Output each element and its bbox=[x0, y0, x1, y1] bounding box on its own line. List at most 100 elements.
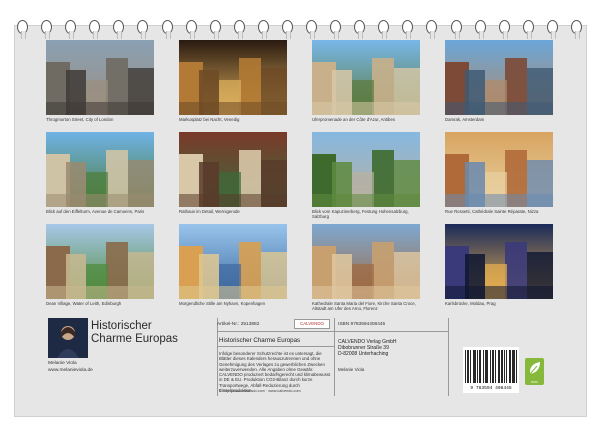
calvendo-logo-text: CALVENDO bbox=[300, 320, 324, 326]
photo-grid: Throgmorton Street, City of London Markus… bbox=[46, 40, 554, 311]
binding-ring bbox=[571, 20, 582, 39]
panel-divider-middle bbox=[334, 318, 335, 396]
binding-ring bbox=[330, 20, 342, 39]
barcode-bar bbox=[506, 350, 507, 383]
barcode-bar bbox=[483, 350, 484, 383]
barcode-bar bbox=[516, 350, 517, 383]
photo-tile: Kathedrale Santa Maria del Fiore, Kirche… bbox=[312, 224, 420, 311]
barcode-bar bbox=[512, 350, 513, 383]
binding-ring bbox=[522, 20, 534, 39]
barcode-bar bbox=[470, 350, 471, 383]
photo-caption: Blick vom Kapuzinerberg, Festung Hohensa… bbox=[312, 209, 409, 219]
panel-rule-top bbox=[217, 331, 448, 332]
photo-tile: Rathaus im Detail, Wernigerode bbox=[179, 132, 287, 214]
binding-ring bbox=[65, 20, 77, 39]
binding-ring bbox=[185, 20, 197, 39]
photo-caption: Uferpromenade an der Côte d'Azur, Antibe… bbox=[312, 117, 395, 122]
photo-image bbox=[312, 40, 420, 115]
photo-caption: Kathedrale Santa Maria del Fiore, Kirche… bbox=[312, 301, 416, 311]
panel-divider-right bbox=[448, 318, 449, 396]
eco-label: eco bbox=[531, 379, 538, 384]
photo-caption: Blick auf den Eiffelturm, Avenue de Camo… bbox=[46, 209, 145, 214]
barcode-bar bbox=[502, 350, 503, 383]
photo-image bbox=[312, 224, 420, 299]
author-name: Melanie Viola bbox=[48, 361, 77, 366]
author-website: www.melanieviola.de bbox=[48, 368, 93, 373]
barcode-bar bbox=[495, 350, 496, 383]
photo-tile: Morgendliche Stille am Nyhavn, Kopenhage… bbox=[179, 224, 287, 306]
title-line-1: Historischer bbox=[91, 320, 152, 332]
barcode-bar bbox=[479, 350, 480, 383]
photographer-credit: Melanie Viola bbox=[338, 367, 365, 372]
barcode-bar bbox=[465, 350, 466, 383]
barcode-bar bbox=[498, 350, 499, 383]
photo-image bbox=[445, 40, 553, 115]
photo-caption: Damrak, Amsterdam bbox=[445, 117, 485, 122]
barcode-bar bbox=[510, 350, 511, 383]
barcode-bar bbox=[486, 350, 487, 383]
spiral-binding bbox=[17, 20, 582, 42]
photo-tile: Karlsbrücke, Moldau, Prag bbox=[445, 224, 553, 306]
barcode-bar bbox=[493, 350, 494, 383]
barcode-bar bbox=[474, 350, 475, 383]
photo-caption: Markusplatz bei Nacht, Venedig bbox=[179, 117, 240, 122]
binding-ring bbox=[17, 20, 28, 39]
author-portrait bbox=[48, 318, 88, 358]
barcode-bar bbox=[499, 350, 500, 383]
photo-image bbox=[46, 40, 154, 115]
barcode-bar bbox=[468, 350, 469, 383]
barcode-number: 9 783594 408445 bbox=[470, 386, 512, 391]
binding-ring bbox=[137, 20, 149, 39]
photo-caption: Dean Village, Water of Leith, Edinburgh bbox=[46, 301, 122, 306]
binding-ring bbox=[257, 20, 269, 39]
photo-image bbox=[179, 40, 287, 115]
photo-tile: Dean Village, Water of Leith, Edinburgh bbox=[46, 224, 154, 306]
photo-image bbox=[46, 224, 154, 299]
barcode-bar bbox=[477, 350, 478, 383]
binding-ring bbox=[209, 20, 221, 39]
barcode-bar bbox=[473, 350, 474, 383]
legal-notice: Infolge besonderer Schutzrechte ist es u… bbox=[219, 351, 325, 372]
photo-image bbox=[312, 132, 420, 207]
photo-caption: Rue Rossetti, Cathédrale Sainte Réparate… bbox=[445, 209, 539, 214]
photo-image bbox=[445, 224, 553, 299]
photo-caption: Morgendliche Stille am Nyhavn, Kopenhage… bbox=[179, 301, 265, 306]
photo-caption: Karlsbrücke, Moldau, Prag bbox=[445, 301, 496, 306]
calvendo-logo: CALVENDO bbox=[294, 319, 330, 329]
binding-ring bbox=[354, 20, 366, 39]
copyright-line: © http://www.calvendo.com · www.calvendo… bbox=[219, 389, 301, 393]
binding-ring bbox=[450, 20, 462, 39]
photo-tile: Blick vom Kapuzinerberg, Festung Hohensa… bbox=[312, 132, 420, 219]
barcode-bar bbox=[475, 350, 476, 383]
calendar-back-cover: Throgmorton Street, City of London Markus… bbox=[0, 0, 600, 431]
photo-image bbox=[179, 224, 287, 299]
photo-tile: Rue Rossetti, Cathédrale Sainte Réparate… bbox=[445, 132, 553, 214]
binding-ring bbox=[474, 20, 486, 39]
calendar-title: Historischer Charme Europas bbox=[91, 320, 178, 346]
photo-tile: Blick auf den Eiffelturm, Avenue de Camo… bbox=[46, 132, 154, 214]
panel-divider-left bbox=[217, 318, 218, 396]
publisher-address: CALVENDO Verlag GmbH Dibobrunner Straße … bbox=[338, 339, 397, 357]
title-line-2: Charme Europas bbox=[91, 333, 178, 345]
photo-tile: Damrak, Amsterdam bbox=[445, 40, 553, 122]
photo-image bbox=[445, 132, 553, 207]
binding-ring bbox=[233, 20, 245, 39]
barcode-bar bbox=[514, 350, 515, 383]
barcode-bar bbox=[501, 350, 502, 383]
binding-ring bbox=[306, 20, 318, 39]
barcode-bar bbox=[490, 350, 491, 383]
calendar-name: Historischer Charme Europas bbox=[219, 337, 301, 344]
photo-caption: Rathaus im Detail, Wernigerode bbox=[179, 209, 240, 214]
photo-tile: Uferpromenade an der Côte d'Azur, Antibe… bbox=[312, 40, 420, 122]
photo-image bbox=[179, 132, 287, 207]
binding-ring bbox=[41, 20, 53, 39]
barcode-bar bbox=[492, 350, 493, 383]
article-number: Artikel-Nr.: 2513882 bbox=[217, 322, 260, 327]
barcode-bar bbox=[504, 350, 505, 383]
binding-ring bbox=[402, 20, 414, 39]
barcode-bar bbox=[480, 350, 481, 383]
isbn: ISBN 9783594408445 bbox=[338, 322, 386, 327]
panel-rule-title bbox=[217, 346, 334, 347]
barcode-bar bbox=[487, 350, 488, 383]
barcode-bar bbox=[509, 350, 510, 383]
